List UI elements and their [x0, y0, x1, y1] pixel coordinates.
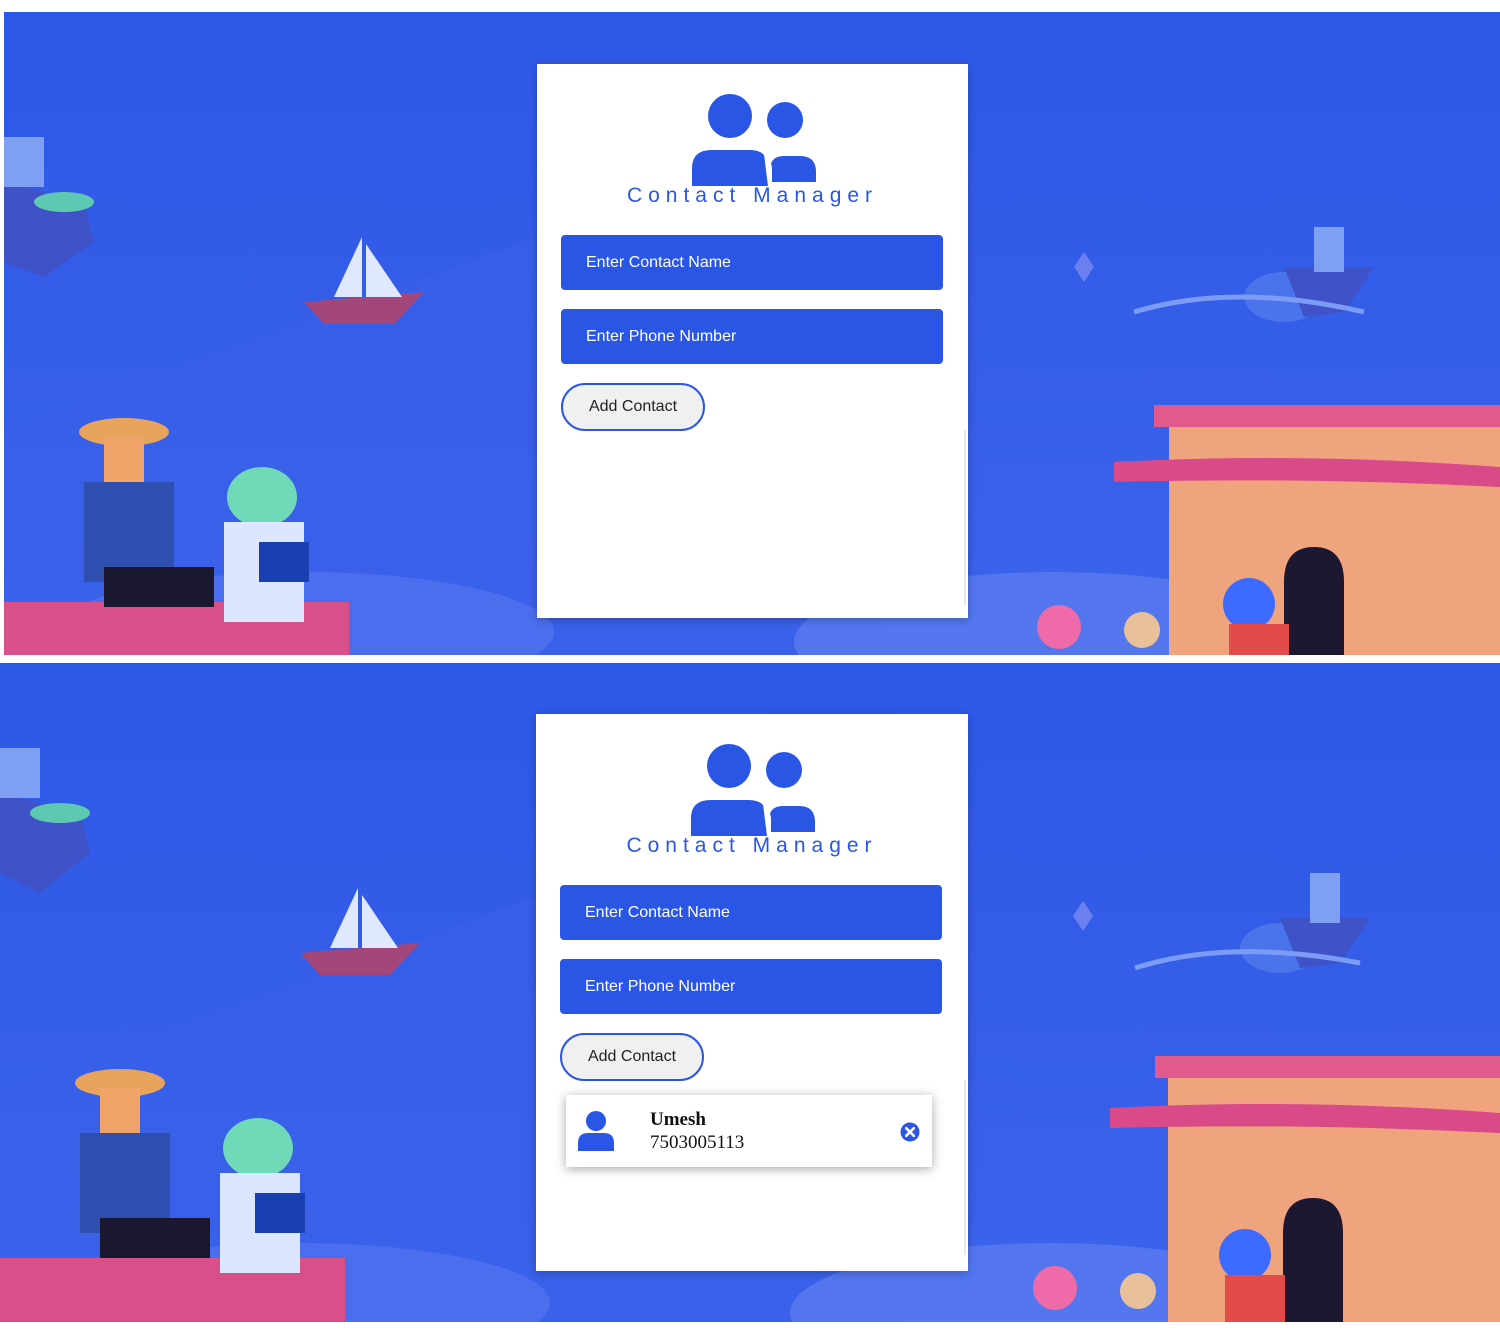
app-title: Contact Manager — [626, 184, 879, 207]
phone-number-input[interactable] — [561, 309, 943, 364]
screenshot-with-contact: Contact Manager Add Contact Umesh 750300… — [0, 663, 1500, 1322]
contact-manager-panel: Contact Manager Add Contact Umesh 750300… — [536, 714, 968, 1271]
scrollbar-track[interactable] — [964, 430, 966, 605]
add-contact-button[interactable]: Add Contact — [561, 383, 705, 431]
app-title: Contact Manager — [626, 834, 878, 857]
close-circle-icon[interactable] — [900, 1122, 920, 1142]
contact-name-input[interactable] — [561, 235, 943, 290]
contact-phone: 7503005113 — [650, 1132, 745, 1153]
contact-name-input[interactable] — [560, 885, 942, 940]
add-contact-button[interactable]: Add Contact — [560, 1033, 704, 1081]
users-icon — [691, 94, 816, 186]
users-icon — [691, 744, 815, 836]
scrollbar-track[interactable] — [964, 1080, 966, 1255]
contact-name: Umesh — [650, 1109, 706, 1130]
contact-manager-panel: Contact Manager Add Contact — [537, 64, 968, 618]
screenshot-empty-state: Contact Manager Add Contact — [4, 12, 1500, 655]
user-icon — [578, 1111, 614, 1151]
contact-list-item: Umesh 7503005113 — [566, 1095, 932, 1167]
phone-number-input[interactable] — [560, 959, 942, 1014]
